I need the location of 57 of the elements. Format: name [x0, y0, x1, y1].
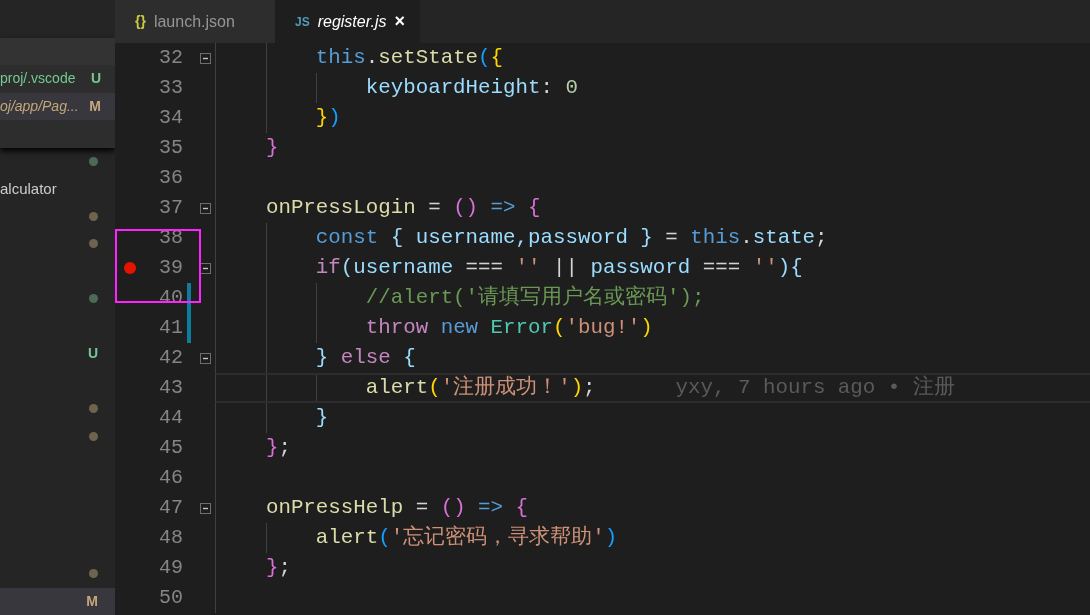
line-number: 35 — [158, 135, 183, 161]
code-text: this.setState({ — [314, 45, 504, 71]
line-number: 48 — [158, 525, 183, 551]
file-type-icon: {} — [135, 11, 146, 32]
code-text: }; — [264, 435, 291, 461]
code-text: //alert('请填写用户名或密码'); — [364, 284, 705, 311]
open-editor-item[interactable]: proj/.vscode U — [0, 65, 115, 93]
folder-name[interactable]: alculator — [0, 177, 57, 200]
git-status-letter: U — [90, 69, 101, 89]
line-number: 46 — [158, 465, 183, 491]
git-status-letter: U — [87, 344, 99, 364]
file-path: oj/app/Pag... — [0, 96, 79, 116]
line-number: 39 — [158, 255, 183, 281]
fold-icon[interactable] — [199, 262, 211, 274]
code-text: onPressLogin = () => { — [264, 195, 541, 221]
code-text: keyboardHeight: 0 — [364, 75, 578, 101]
code-text: }; — [264, 555, 291, 581]
line-number: 45 — [158, 435, 183, 461]
line-number: 37 — [158, 195, 183, 221]
code-text: alert('注册成功！'); — [364, 374, 596, 401]
line-number: 49 — [158, 555, 183, 581]
explorer-item[interactable]: U — [0, 340, 115, 368]
editor-tab[interactable]: {} launch.json — [115, 0, 275, 43]
code-text: } else { — [314, 345, 416, 371]
tab-label: launch.json — [153, 11, 235, 32]
git-status-letter: M — [89, 96, 101, 116]
code-text: }) — [314, 105, 341, 131]
code-text: alert('忘记密码，寻求帮助') — [314, 524, 618, 551]
line-number: 42 — [158, 345, 183, 371]
line-number: 34 — [158, 105, 183, 131]
fold-icon[interactable] — [199, 502, 211, 514]
code-text: } — [314, 405, 329, 431]
close-icon[interactable]: × — [394, 8, 405, 35]
file-type-icon: JS — [295, 12, 310, 31]
code-text: } — [264, 135, 279, 161]
line-number: 32 — [158, 45, 183, 71]
code-text: const { username,password } = this.state; — [314, 225, 828, 251]
line-number: 33 — [158, 75, 183, 101]
code-text: onPressHelp = () => { — [264, 495, 529, 521]
file-path: proj/.vscode — [0, 69, 76, 89]
line-number: 36 — [158, 165, 183, 191]
line-number: 50 — [158, 585, 183, 611]
line-number: 47 — [158, 495, 183, 521]
explorer-item[interactable]: M — [0, 587, 115, 615]
git-blame-annotation: yxy, 7 hours ago • 注册 — [675, 374, 955, 402]
fold-icon[interactable] — [199, 352, 211, 364]
git-status-letter: M — [86, 591, 99, 611]
fold-icon[interactable] — [199, 52, 211, 64]
line-number: 41 — [158, 315, 183, 341]
code-text: throw new Error('bug!') — [364, 315, 653, 341]
fold-icon[interactable] — [199, 202, 211, 214]
tab-label: register.js — [317, 11, 387, 32]
line-number: 44 — [158, 405, 183, 431]
line-number: 43 — [158, 375, 183, 401]
code-text: if(username === '' || password === ''){ — [314, 255, 803, 281]
open-editor-item[interactable]: oj/app/Pag... M — [0, 92, 115, 120]
editor-tab[interactable]: JS register.js × — [275, 0, 420, 43]
